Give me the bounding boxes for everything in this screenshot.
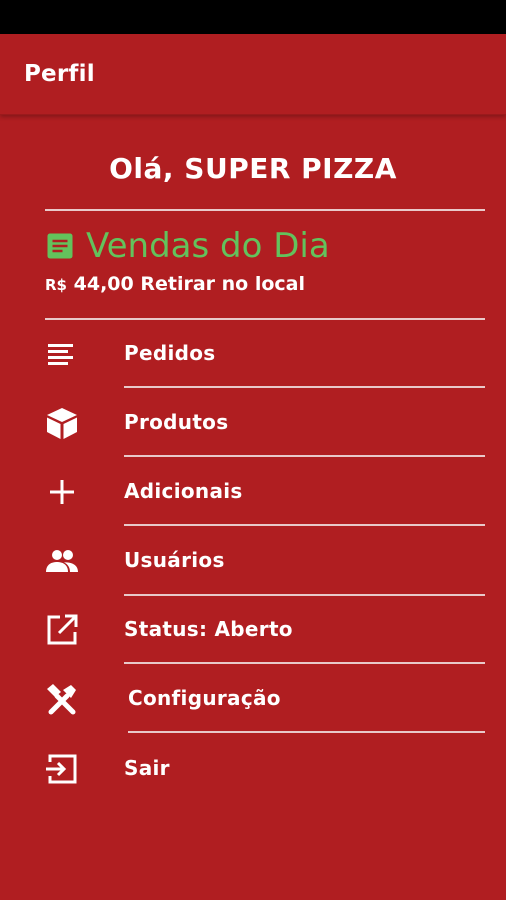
menu-label: Adicionais <box>124 479 243 503</box>
list-icon <box>48 344 73 365</box>
menu-label: Sair <box>124 756 170 780</box>
menu-item-configuracao[interactable]: Configuração <box>0 667 506 727</box>
menu-label: Pedidos <box>124 341 216 365</box>
menu-item-pedidos[interactable]: Pedidos <box>0 322 506 382</box>
box-icon <box>47 408 77 439</box>
sales-detail: R$ 44,00 Retirar no local <box>45 272 305 297</box>
divider <box>45 318 485 320</box>
menu-label: Configuração <box>128 686 281 710</box>
divider <box>124 662 485 664</box>
open-external-icon <box>47 614 78 645</box>
divider <box>124 594 485 596</box>
divider <box>124 455 485 457</box>
menu-label: Produtos <box>124 410 229 434</box>
status-bar <box>0 0 506 34</box>
plus-icon <box>50 480 74 504</box>
tools-icon <box>47 684 76 715</box>
app-bar-title: Perfil <box>24 61 95 87</box>
menu-item-status[interactable]: Status: Aberto <box>0 598 506 658</box>
sales-amount: 44,00 Retirar no local <box>73 273 305 295</box>
sales-currency: R$ <box>45 276 67 294</box>
document-icon <box>47 233 73 259</box>
menu-item-usuarios[interactable]: Usuários <box>0 529 506 589</box>
divider <box>45 209 485 211</box>
users-icon <box>46 550 78 572</box>
sales-title: Vendas do Dia <box>86 226 330 266</box>
menu-label: Usuários <box>124 548 225 572</box>
greeting: Olá, SUPER PIZZA <box>109 152 397 185</box>
exit-icon <box>46 754 77 784</box>
menu-item-sair[interactable]: Sair <box>0 737 506 797</box>
menu-label: Status: Aberto <box>124 617 293 641</box>
menu-item-produtos[interactable]: Produtos <box>0 391 506 451</box>
menu-item-adicionais[interactable]: Adicionais <box>0 460 506 520</box>
divider <box>128 731 485 733</box>
divider <box>124 524 485 526</box>
divider <box>124 386 485 388</box>
app-bar: Perfil <box>0 34 506 115</box>
